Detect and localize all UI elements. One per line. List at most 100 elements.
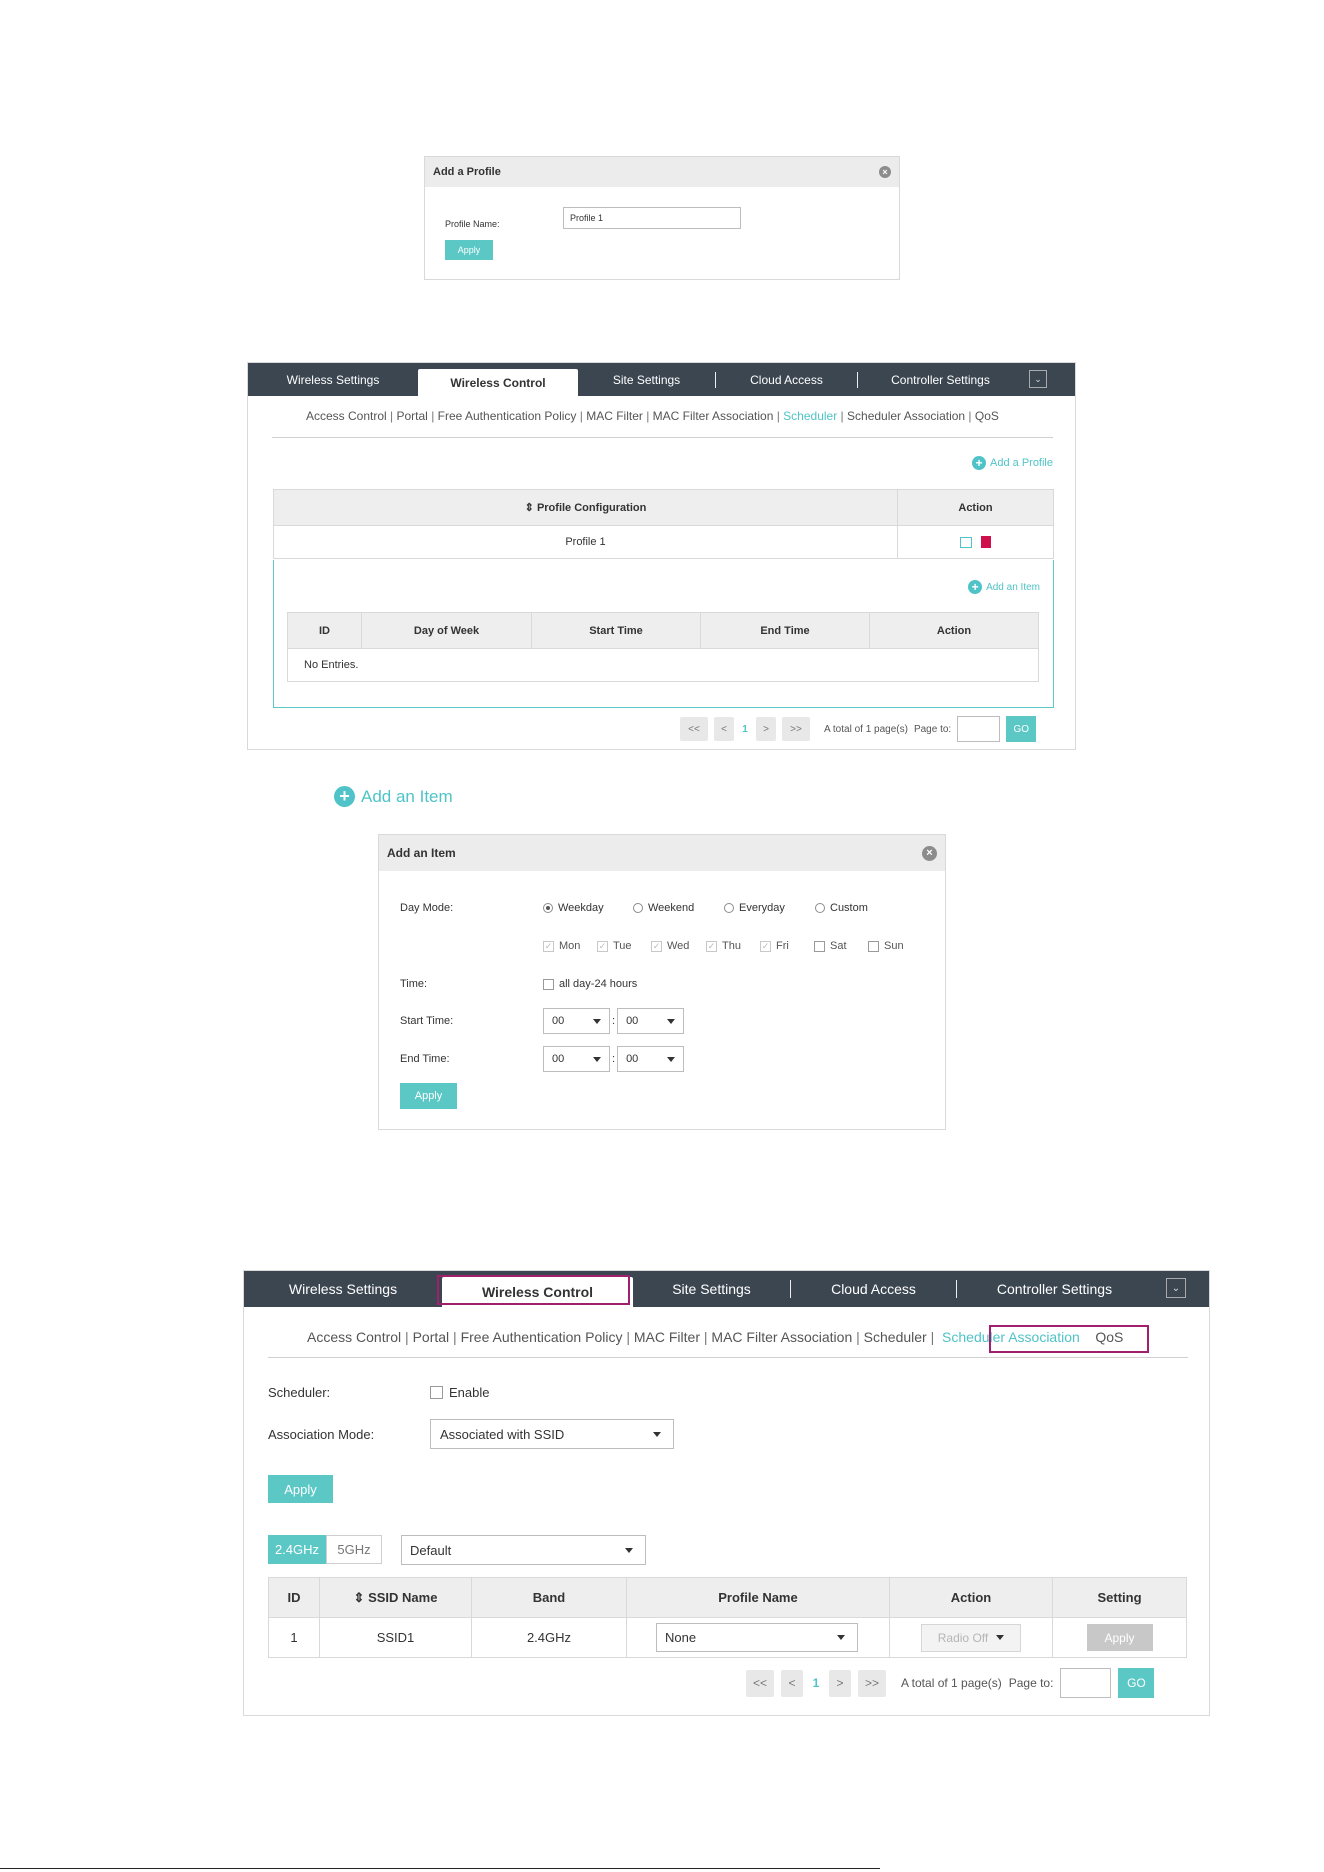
highlight-scheduler-association [989, 1325, 1149, 1353]
table-row[interactable]: Profile 1 [273, 525, 1054, 559]
radio-off-select[interactable]: Radio Off [921, 1623, 1021, 1652]
go-button[interactable]: GO [1006, 716, 1037, 742]
caret-down-icon [593, 1056, 601, 1062]
add-item-link[interactable]: + Add an Item [334, 786, 453, 807]
close-icon[interactable]: × [879, 166, 891, 178]
tab-cloud-access[interactable]: Cloud Access [791, 1271, 956, 1307]
checkbox-tue[interactable]: ✓ Tue [597, 940, 651, 952]
add-item-label: Add an Item [986, 581, 1040, 593]
wlan-group-select[interactable]: Default [401, 1535, 646, 1565]
enable-checkbox[interactable]: Enable [430, 1385, 489, 1400]
add-profile-dialog: Add a Profile × Profile Name: Profile 1 … [424, 156, 900, 280]
subtab-scheduler[interactable]: Scheduler [864, 1329, 927, 1345]
dialog-header: Add an Item × [379, 835, 945, 871]
dialog-header: Add a Profile × [425, 157, 899, 187]
checkbox-fri[interactable]: ✓ Fri [760, 940, 814, 952]
subtab-scheduler-association[interactable]: Scheduler Association [847, 409, 965, 423]
time-colon: : [612, 1053, 616, 1065]
prev-page-button[interactable]: < [781, 1669, 803, 1697]
page-total: A total of 1 page(s) [901, 1676, 1002, 1690]
radio-everyday[interactable]: Everyday [724, 902, 815, 914]
chevron-down-icon[interactable]: ⌄ [1166, 1278, 1186, 1298]
radio-weekend[interactable]: Weekend [633, 902, 724, 914]
subtab-mac-filter[interactable]: MAC Filter [634, 1329, 700, 1345]
page-to-input[interactable] [1060, 1668, 1112, 1698]
delete-icon[interactable] [981, 536, 992, 549]
tab-label: Controller Settings [891, 372, 990, 387]
add-profile-link[interactable]: + Add a Profile [972, 456, 1053, 470]
day-mode-options: Weekday Weekend Everyday Custom [543, 902, 885, 914]
radio-label: Weekday [558, 902, 604, 914]
subtab-access-control[interactable]: Access Control [307, 1329, 401, 1345]
tab-site-settings[interactable]: Site Settings [578, 363, 715, 396]
profile-select[interactable]: None [656, 1623, 858, 1652]
sub-nav: Access Control | Portal | Free Authentic… [306, 409, 999, 423]
start-minute-select[interactable]: 00 [617, 1008, 685, 1034]
apply-button[interactable]: Apply [268, 1475, 333, 1503]
checkbox-label: all day-24 hours [559, 978, 638, 990]
edit-icon[interactable] [959, 536, 972, 548]
radio-custom[interactable]: Custom [815, 902, 885, 914]
apply-button[interactable]: Apply [400, 1083, 457, 1109]
subtab-portal[interactable]: Portal [397, 409, 428, 423]
profile-name-input[interactable]: Profile 1 [563, 207, 741, 229]
prev-page-button[interactable]: < [714, 717, 734, 741]
row-apply-button[interactable]: Apply [1086, 1624, 1153, 1651]
tab-wireless-control[interactable]: Wireless Control [418, 369, 578, 396]
close-icon[interactable]: × [922, 845, 937, 861]
subtab-mac-filter[interactable]: MAC Filter [586, 409, 643, 423]
subtab-mac-filter-association[interactable]: MAC Filter Association [711, 1329, 852, 1345]
band-24ghz-button[interactable]: 2.4GHz [268, 1535, 326, 1564]
tab-controller-settings[interactable]: Controller Settings [957, 1271, 1152, 1307]
checkbox-wed[interactable]: ✓ Wed [651, 940, 706, 952]
subtab-portal[interactable]: Portal [413, 1329, 450, 1345]
subtab-free-auth-policy[interactable]: Free Authentication Policy [461, 1329, 623, 1345]
col-profile-configuration[interactable]: ⇕ Profile Configuration [273, 489, 898, 526]
subtab-free-auth-policy[interactable]: Free Authentication Policy [438, 409, 577, 423]
allday-checkbox[interactable]: all day-24 hours [543, 978, 637, 990]
sort-icon: ⇕ [524, 502, 537, 514]
check-icon: ✓ [651, 940, 662, 952]
last-page-button[interactable]: >> [858, 1669, 886, 1697]
radio-weekday[interactable]: Weekday [543, 902, 633, 914]
checkbox-sun[interactable]: Sun [868, 940, 922, 952]
tab-site-settings[interactable]: Site Settings [633, 1271, 790, 1307]
tab-wireless-settings[interactable]: Wireless Settings [244, 1271, 442, 1307]
tab-label: Wireless Settings [286, 372, 380, 387]
tab-wireless-settings[interactable]: Wireless Settings [248, 363, 418, 396]
select-value: 00 [626, 1015, 639, 1027]
caret-down-icon [837, 1635, 845, 1640]
next-page-button[interactable]: > [756, 717, 776, 741]
end-hour-select[interactable]: 00 [543, 1046, 610, 1072]
first-page-button[interactable]: << [680, 717, 708, 741]
last-page-button[interactable]: >> [782, 717, 810, 741]
first-page-button[interactable]: << [746, 1669, 774, 1697]
page-to-input[interactable] [957, 716, 1001, 742]
check-icon: ✓ [543, 940, 554, 952]
checkbox-thu[interactable]: ✓ Thu [706, 940, 760, 952]
no-entries: No Entries. [287, 648, 1039, 682]
apply-button[interactable]: Apply [445, 240, 493, 260]
current-page[interactable]: 1 [810, 1676, 822, 1690]
checkbox-label: Thu [722, 940, 741, 952]
subtab-scheduler[interactable]: Scheduler [783, 409, 837, 423]
next-page-button[interactable]: > [829, 1669, 851, 1697]
chevron-down-icon[interactable]: ⌄ [1029, 370, 1047, 388]
checkbox-mon[interactable]: ✓ Mon [543, 940, 597, 952]
add-item-link-inner[interactable]: + Add an Item [968, 580, 1040, 594]
checkbox-label: Enable [449, 1385, 490, 1400]
tab-controller-settings[interactable]: Controller Settings [858, 363, 1023, 396]
subtab-access-control[interactable]: Access Control [306, 409, 387, 423]
band-5ghz-button[interactable]: 5GHz [326, 1535, 382, 1564]
association-mode-select[interactable]: Associated with SSID [430, 1419, 674, 1449]
subtab-qos[interactable]: QoS [975, 409, 999, 423]
current-page[interactable]: 1 [740, 724, 750, 735]
col-ssid-name[interactable]: ⇕ SSID Name [319, 1577, 472, 1618]
tab-cloud-access[interactable]: Cloud Access [716, 363, 857, 396]
checkbox-sat[interactable]: Sat [814, 940, 868, 952]
divider: | [401, 1329, 413, 1345]
go-button[interactable]: GO [1118, 1668, 1155, 1698]
start-hour-select[interactable]: 00 [543, 1008, 610, 1034]
end-minute-select[interactable]: 00 [617, 1046, 685, 1072]
subtab-mac-filter-association[interactable]: MAC Filter Association [653, 409, 774, 423]
